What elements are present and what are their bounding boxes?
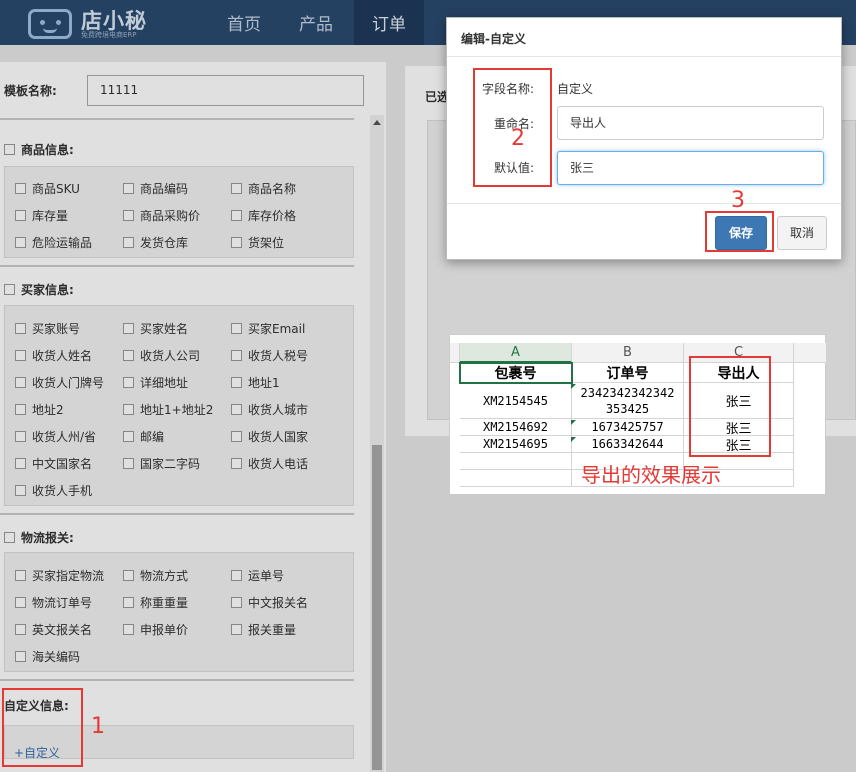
sheet-cell: 2342342342342 353425 xyxy=(572,383,684,419)
cell-comment-indicator-icon xyxy=(571,420,576,425)
sheet-cell xyxy=(460,453,572,470)
cancel-button[interactable]: 取消 xyxy=(777,216,827,250)
divider xyxy=(447,203,841,204)
annotation-number: 3 xyxy=(731,188,745,213)
annotation-number: 1 xyxy=(91,714,105,739)
selected-cell-outline xyxy=(459,362,573,384)
sheet-cell: XM2154692 xyxy=(460,419,572,436)
column-header-a: A xyxy=(460,343,572,363)
column-header-empty xyxy=(794,343,827,363)
annotation-box-custom-section xyxy=(2,688,83,767)
cell-comment-indicator-icon xyxy=(571,384,576,389)
sheet-cell: 1673425757 xyxy=(572,419,684,436)
annotation-box-save xyxy=(705,211,774,252)
annotation-number: 2 xyxy=(511,126,525,151)
sheet-cell: XM2154545 xyxy=(460,383,572,419)
dialog-title: 编辑-自定义 xyxy=(461,32,526,46)
column-header-b: B xyxy=(572,343,684,363)
field-name-value: 自定义 xyxy=(557,82,594,96)
sheet-cell xyxy=(460,470,572,487)
sheet-header-cell: 订单号 xyxy=(572,363,684,383)
export-preview-caption: 导出的效果展示 xyxy=(581,463,721,487)
default-value-input[interactable]: 张三 xyxy=(557,151,824,185)
sheet-cell: XM2154695 xyxy=(460,436,572,453)
sheet-cell: 1663342644 xyxy=(572,436,684,453)
sheet-corner xyxy=(450,343,460,363)
cell-comment-indicator-icon xyxy=(571,437,576,442)
divider xyxy=(447,56,841,57)
annotation-box-exporter-column xyxy=(689,356,771,457)
rename-input[interactable]: 导出人 xyxy=(557,106,824,140)
